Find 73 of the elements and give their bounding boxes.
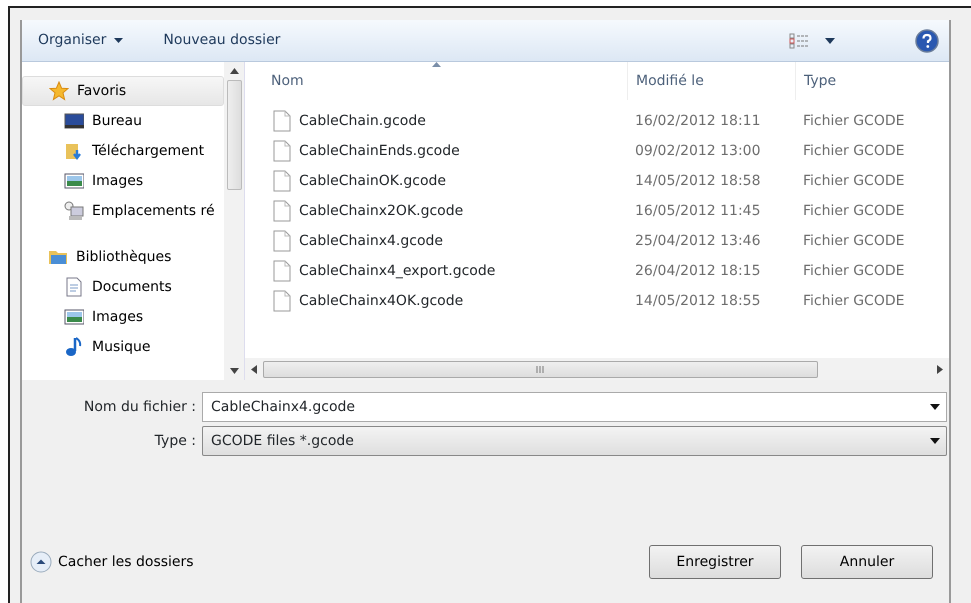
sidebar-item[interactable]: Bureau	[22, 106, 224, 136]
caret-icon	[825, 38, 835, 44]
file-name[interactable]: CableChainEnds.gcode	[299, 140, 460, 162]
column-header[interactable]: Type	[795, 62, 949, 100]
file-icon	[273, 170, 291, 192]
file-icon	[273, 110, 291, 132]
table-cell-text: Fichier GCODE	[802, 262, 904, 280]
file-name[interactable]: CableChainx4.gcode	[299, 230, 444, 252]
help-icon[interactable]	[915, 28, 939, 52]
file-name[interactable]: CableChainx2OK.gcode	[299, 200, 464, 222]
scroll-up-icon[interactable]	[230, 68, 238, 74]
table-cell-text: 14/05/2012 18:55	[634, 292, 762, 310]
table-cell-text: 26/04/2012 18:15	[634, 262, 762, 280]
star-icon	[49, 81, 69, 101]
chevron-up-icon	[30, 551, 52, 573]
column-header[interactable]: Modifié le	[627, 62, 795, 100]
file-icon	[273, 230, 291, 252]
horizontal-scrollbar[interactable]	[245, 358, 949, 380]
table-cell-text: 25/04/2012 13:46	[634, 232, 762, 250]
computer-clock-icon	[64, 201, 84, 221]
filetype-dropdown[interactable]: GCODE files *.gcode	[202, 426, 947, 456]
table-cell-text: 14/05/2012 18:58	[634, 172, 762, 190]
monitor-icon	[64, 111, 84, 131]
vertical-scrollbar[interactable]	[224, 62, 244, 380]
file-icon	[273, 140, 291, 162]
dropdown-arrow-icon	[930, 404, 940, 410]
sidebar-item[interactable]: Images	[22, 302, 224, 332]
file-icon	[273, 290, 291, 312]
column-header[interactable]: Nom	[245, 62, 627, 100]
caret-icon	[114, 38, 124, 43]
file-icon	[273, 200, 291, 222]
file-icon	[273, 260, 291, 282]
folder-download-icon	[64, 141, 84, 161]
table-cell-text: Fichier GCODE	[802, 232, 904, 250]
field-label: Nom du fichier :	[82, 398, 197, 416]
file-name[interactable]: CableChainOK.gcode	[299, 170, 446, 192]
table-cell-text: Fichier GCODE	[802, 292, 904, 310]
file-name[interactable]: CableChain.gcode	[299, 110, 426, 132]
table-cell-text: 16/05/2012 11:45	[634, 202, 762, 220]
sidebar-item[interactable]: Musique	[22, 332, 224, 362]
table-cell-text: Fichier GCODE	[802, 202, 904, 220]
dialog-button[interactable]: Enregistrer	[649, 545, 781, 579]
sidebar-group[interactable]: Favoris	[22, 76, 224, 106]
scroll-right-icon[interactable]	[937, 364, 943, 374]
table-cell-text: 16/02/2012 18:11	[634, 112, 762, 130]
picture-icon	[64, 307, 84, 327]
grip-icon	[536, 366, 545, 372]
sidebar-item[interactable]: Téléchargement	[22, 136, 224, 166]
organize-menu[interactable]: Organiser	[38, 30, 124, 51]
file-name[interactable]: CableChainx4_export.gcode	[299, 260, 496, 282]
document-icon	[64, 277, 84, 297]
table-cell-text: Fichier GCODE	[802, 172, 904, 190]
sidebar-item[interactable]: Emplacements ré	[22, 196, 224, 226]
table-cell-text: Fichier GCODE	[802, 142, 904, 160]
view-list-icon[interactable]	[789, 32, 809, 48]
dialog-button[interactable]: Annuler	[801, 545, 933, 579]
scroll-thumb[interactable]	[226, 80, 242, 190]
sidebar-item[interactable]: Images	[22, 166, 224, 196]
file-name[interactable]: CableChainx4OK.gcode	[299, 290, 464, 312]
scroll-thumb[interactable]	[263, 360, 818, 378]
sidebar-item[interactable]: Documents	[22, 272, 224, 302]
picture-icon	[64, 171, 84, 191]
table-cell-text: 09/02/2012 13:00	[634, 142, 762, 160]
filename-field[interactable]: CableChainx4.gcode	[202, 392, 947, 422]
table-cell-text: Fichier GCODE	[802, 112, 904, 130]
dropdown-arrow-icon	[930, 438, 940, 444]
hide-folders-button[interactable]: Cacher les dossiers	[30, 551, 194, 573]
scroll-down-icon[interactable]	[230, 368, 238, 374]
field-label: Type :	[154, 432, 197, 450]
new-folder-button[interactable]: Nouveau dossier	[163, 30, 280, 51]
music-note-icon	[64, 337, 84, 357]
scroll-left-icon[interactable]	[251, 364, 257, 374]
sidebar-group[interactable]: Bibliothèques	[22, 242, 224, 272]
